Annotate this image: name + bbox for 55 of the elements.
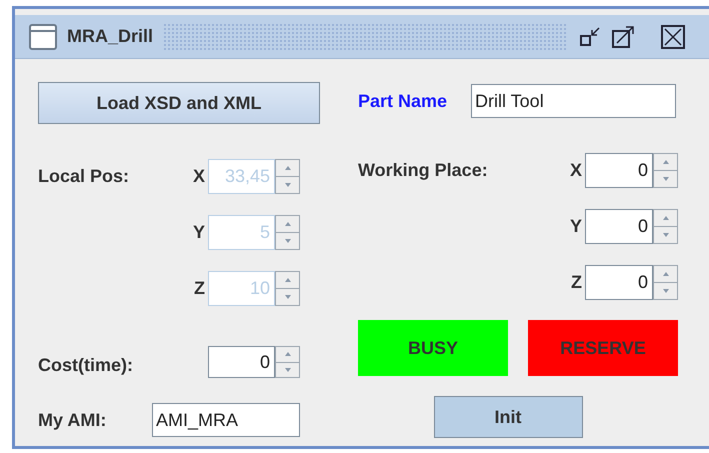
field-label: Working Place: [358,160,488,180]
field-label: Cost(time): [38,354,134,377]
axis-label: Z [570,271,583,294]
init-button[interactable]: Init [434,396,582,438]
axis-label: X [568,159,583,182]
increment-button[interactable] [275,159,300,177]
increment-button[interactable] [275,271,300,289]
increment-button[interactable] [275,215,300,233]
field-label: My AMI: [38,408,108,432]
decrement-button[interactable] [275,233,300,250]
increment-button[interactable] [653,153,678,171]
increment-button[interactable] [653,265,678,283]
axis-label: X [192,165,206,188]
text-field[interactable]: AMI_MRA [152,403,300,437]
decrement-button[interactable] [653,283,678,300]
field-label: Local Pos: [38,166,130,186]
close-icon [661,24,686,48]
caret-up-icon [662,216,668,220]
text-field[interactable]: Drill Tool [471,84,676,118]
number-field[interactable]: 0 [585,209,653,244]
field-label: Part Name [358,90,448,112]
caret-up-icon [662,272,668,276]
increment-button[interactable] [653,209,678,227]
decrement-button[interactable] [275,289,300,306]
minimize-icon [579,26,602,48]
decrement-button[interactable] [275,177,300,194]
load-button[interactable]: Load XSD and XML [38,82,320,124]
caret-up-icon [284,222,290,226]
caret-up-icon [284,352,290,356]
maximize-icon [611,24,636,48]
caret-up-icon [284,166,290,170]
decrement-button[interactable] [653,171,678,188]
caret-up-icon [662,160,668,164]
caret-down-icon [284,295,290,299]
number-field[interactable]: 0 [585,265,653,300]
status-button[interactable]: BUSY [358,320,508,376]
axis-label: Z [193,277,206,300]
caret-down-icon [284,239,290,243]
decrement-button[interactable] [653,227,678,244]
caret-down-icon [284,183,290,187]
axis-label: Y [568,215,583,238]
decrement-button[interactable] [275,362,300,378]
number-field[interactable]: 0 [585,153,653,188]
window-title: MRA_Drill [67,25,154,48]
caret-down-icon [662,177,668,181]
caret-down-icon [662,233,668,237]
caret-down-icon [662,289,668,293]
maximize-button[interactable] [610,24,636,50]
number-field[interactable]: 0 [208,346,275,378]
window-icon [29,24,57,50]
close-button[interactable] [660,24,686,50]
increment-button[interactable] [275,346,300,362]
axis-label: Y [192,221,206,244]
caret-up-icon [284,278,290,282]
caret-down-icon [284,368,290,372]
